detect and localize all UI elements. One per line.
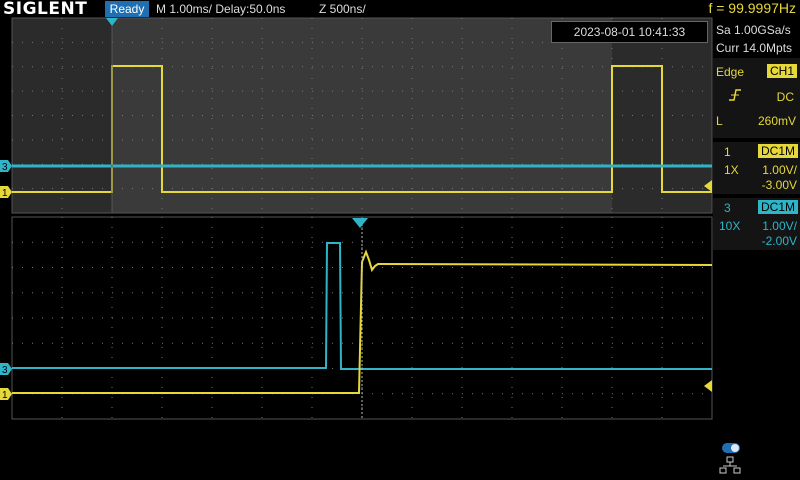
trigger-coupling: DC [776,90,794,104]
memory-depth: Curr 14.0Mpts [716,41,793,55]
ch1-offset-marker-main[interactable]: 1 [0,186,12,199]
datetime-display: 2023-08-01 10:41:33 [551,21,708,43]
ch3-coupling-badge: DC1M [757,200,798,214]
svg-text:3: 3 [2,162,8,173]
ch3-offset-marker-zoom[interactable]: 3 [0,363,12,376]
ch1-offset: -3.00V [761,178,797,192]
svg-text:1: 1 [2,390,8,401]
sample-rate: Sa 1.00GSa/s [716,23,791,37]
ch3-number: 3 [724,201,731,215]
svg-text:3: 3 [2,365,8,376]
trigger-level: 260mV [757,114,796,128]
waveform-display[interactable]: 3 1 3 1 [0,0,800,480]
trigger-rising-edge-icon [728,88,742,107]
trigger-type: Edge [716,65,745,79]
trigger-level-label: L [716,114,723,128]
svg-text:1: 1 [2,188,8,199]
ch3-offset: -2.00V [761,234,797,248]
ch3-scale: 1.00V/ [762,219,797,233]
ch1-number: 1 [724,145,731,159]
ch1-offset-marker-zoom[interactable]: 1 [0,388,12,401]
ch3-offset-marker-main[interactable]: 3 [0,160,12,173]
ch1-coupling-badge: DC1M [757,144,798,158]
ch1-scale: 1.00V/ [762,163,797,177]
ch1-probe: 1X [724,163,739,177]
usb-toggle-icon[interactable] [722,443,740,453]
trigger-source-badge: CH1 [766,64,797,78]
network-icon[interactable] [719,456,741,474]
ch3-probe: 10X [719,219,741,233]
